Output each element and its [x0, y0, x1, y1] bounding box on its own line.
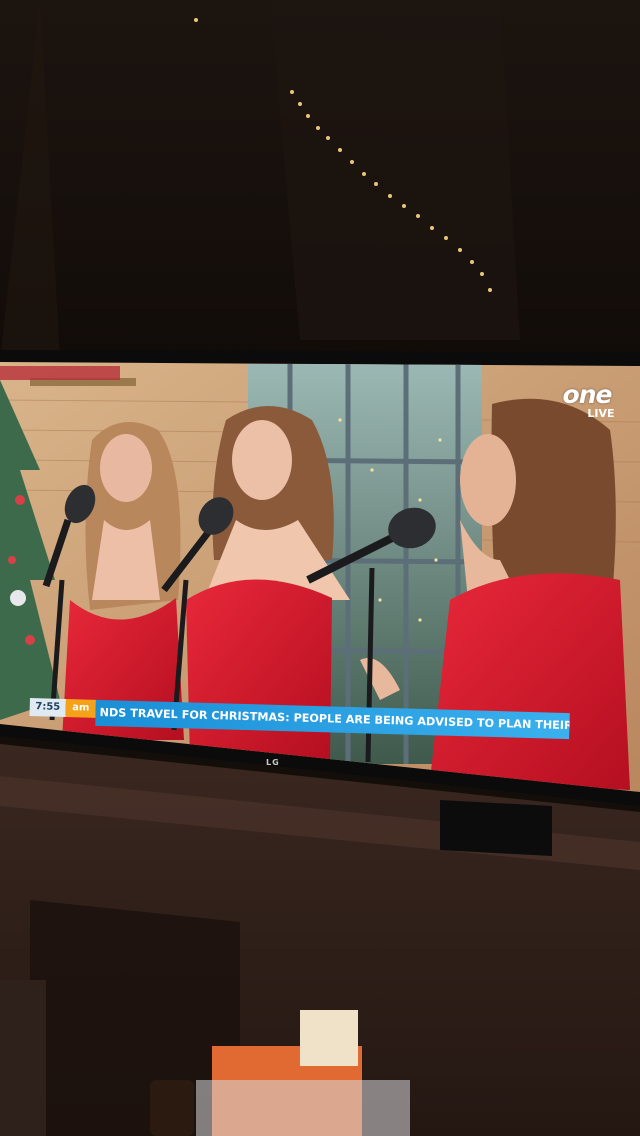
- channel-logo-text: one: [562, 380, 613, 409]
- programme-badge: am: [65, 699, 96, 718]
- live-indicator: LIVE: [587, 407, 615, 420]
- ticker-clock: 7:55: [29, 698, 66, 717]
- channel-logo: one LIVE: [544, 382, 630, 426]
- room-scene: [0, 0, 640, 1136]
- tv-brand-logo: LG: [266, 758, 280, 767]
